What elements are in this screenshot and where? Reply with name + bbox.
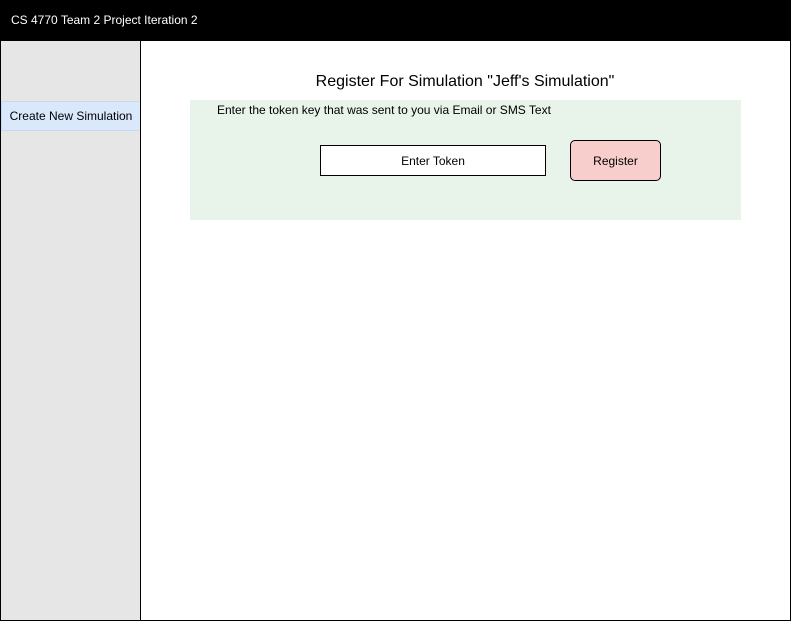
- header-bar: CS 4770 Team 2 Project Iteration 2: [0, 0, 791, 40]
- sidebar-item-label: Create New Simulation: [9, 109, 133, 123]
- register-button[interactable]: Register: [570, 140, 661, 181]
- token-instruction-text: Enter the token key that was sent to you…: [217, 103, 551, 117]
- sidebar-item-create-new-simulation[interactable]: Create New Simulation: [1, 101, 141, 131]
- page-title: Register For Simulation "Jeff's Simulati…: [315, 73, 615, 90]
- app-title: CS 4770 Team 2 Project Iteration 2: [11, 13, 198, 27]
- app-window: CS 4770 Team 2 Project Iteration 2 Creat…: [0, 0, 792, 624]
- token-input[interactable]: [320, 145, 546, 176]
- sidebar: Create New Simulation: [0, 40, 141, 621]
